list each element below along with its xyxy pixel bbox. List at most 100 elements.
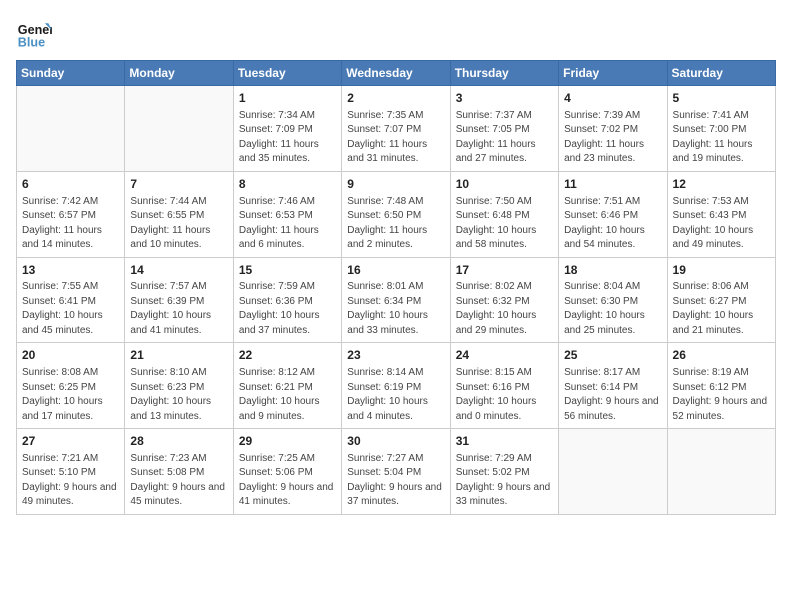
day-info: Sunrise: 7:51 AM Sunset: 6:46 PM Dayligh… — [564, 195, 661, 253]
calendar-week-row: 13Sunrise: 7:55 AM Sunset: 6:41 PM Dayli… — [17, 257, 776, 343]
day-info: Sunrise: 7:21 AM Sunset: 5:10 PM Dayligh… — [22, 452, 119, 510]
calendar-day-cell: 2Sunrise: 7:35 AM Sunset: 7:07 PM Daylig… — [342, 86, 450, 172]
day-number: 26 — [673, 347, 770, 364]
calendar-day-cell: 3 Sunrise: 7:37 AM Sunset: 7:05 PM Daylig… — [450, 86, 558, 172]
day-number: 13 — [22, 262, 119, 279]
day-number: 11 — [564, 176, 661, 193]
calendar-day-cell: 4 Sunrise: 7:39 AM Sunset: 7:02 PM Daylig… — [559, 86, 667, 172]
day-number: 23 — [347, 347, 444, 364]
day-number: 1 — [239, 90, 336, 107]
day-number: 9 — [347, 176, 444, 193]
day-info: Sunrise: 7:44 AM Sunset: 6:55 PM Dayligh… — [130, 195, 227, 253]
weekday-header: Thursday — [450, 61, 558, 86]
calendar-day-cell — [125, 86, 233, 172]
day-info: Sunrise: 7:53 AM Sunset: 6:43 PM Dayligh… — [673, 195, 770, 253]
calendar-day-cell: 24 Sunrise: 8:15 AM Sunset: 6:16 PM Dayli… — [450, 343, 558, 429]
day-info: Sunrise: 7:41 AM Sunset: 7:00 PM Dayligh… — [673, 109, 770, 167]
day-number: 25 — [564, 347, 661, 364]
day-number: 22 — [239, 347, 336, 364]
calendar-day-cell: 12 Sunrise: 7:53 AM Sunset: 6:43 PM Dayli… — [667, 171, 775, 257]
logo-icon: General Blue — [16, 16, 52, 52]
weekday-header: Saturday — [667, 61, 775, 86]
calendar-week-row: 20 Sunrise: 8:08 AM Sunset: 6:25 PM Dayli… — [17, 343, 776, 429]
calendar-day-cell: 1 Sunrise: 7:34 AM Sunset: 7:09 PM Daylig… — [233, 86, 341, 172]
day-number: 31 — [456, 433, 553, 450]
day-number: 16 — [347, 262, 444, 279]
day-number: 30 — [347, 433, 444, 450]
calendar-day-cell: 11 Sunrise: 7:51 AM Sunset: 6:46 PM Dayli… — [559, 171, 667, 257]
calendar-day-cell: 9 Sunrise: 7:48 AM Sunset: 6:50 PM Daylig… — [342, 171, 450, 257]
calendar-day-cell: 30 Sunrise: 7:27 AM Sunset: 5:04 PM Dayli… — [342, 429, 450, 515]
day-info: Sunrise: 8:17 AM Sunset: 6:14 PM Dayligh… — [564, 366, 661, 424]
calendar-day-cell — [17, 86, 125, 172]
weekday-header: Sunday — [17, 61, 125, 86]
day-info: Sunrise: 8:10 AM Sunset: 6:23 PM Dayligh… — [130, 366, 227, 424]
day-info: Sunrise: 8:12 AM Sunset: 6:21 PM Dayligh… — [239, 366, 336, 424]
day-number: 24 — [456, 347, 553, 364]
day-number: 15 — [239, 262, 336, 279]
day-number: 17 — [456, 262, 553, 279]
day-number: 6 — [22, 176, 119, 193]
day-number: 28 — [130, 433, 227, 450]
calendar-day-cell: 21 Sunrise: 8:10 AM Sunset: 6:23 PM Dayli… — [125, 343, 233, 429]
day-info: Sunrise: 7:35 AM Sunset: 7:07 PM Dayligh… — [347, 109, 444, 167]
day-info: Sunrise: 7:23 AM Sunset: 5:08 PM Dayligh… — [130, 452, 227, 510]
day-number: 29 — [239, 433, 336, 450]
day-number: 20 — [22, 347, 119, 364]
day-info: Sunrise: 8:08 AM Sunset: 6:25 PM Dayligh… — [22, 366, 119, 424]
day-info: Sunrise: 8:19 AM Sunset: 6:12 PM Dayligh… — [673, 366, 770, 424]
calendar-day-cell: 31 Sunrise: 7:29 AM Sunset: 5:02 PM Dayli… — [450, 429, 558, 515]
day-info: Sunrise: 7:29 AM Sunset: 5:02 PM Dayligh… — [456, 452, 553, 510]
day-number: 7 — [130, 176, 227, 193]
day-info: Sunrise: 7:37 AM Sunset: 7:05 PM Dayligh… — [456, 109, 553, 167]
day-info: Sunrise: 7:50 AM Sunset: 6:48 PM Dayligh… — [456, 195, 553, 253]
day-info: Sunrise: 7:39 AM Sunset: 7:02 PM Dayligh… — [564, 109, 661, 167]
calendar-day-cell: 16Sunrise: 8:01 AM Sunset: 6:34 PM Dayli… — [342, 257, 450, 343]
day-info: Sunrise: 8:02 AM Sunset: 6:32 PM Dayligh… — [456, 280, 553, 338]
calendar-day-cell — [667, 429, 775, 515]
day-number: 12 — [673, 176, 770, 193]
calendar-header-row: SundayMondayTuesdayWednesdayThursdayFrid… — [17, 61, 776, 86]
calendar-day-cell: 15Sunrise: 7:59 AM Sunset: 6:36 PM Dayli… — [233, 257, 341, 343]
weekday-header: Monday — [125, 61, 233, 86]
day-info: Sunrise: 8:04 AM Sunset: 6:30 PM Dayligh… — [564, 280, 661, 338]
calendar-day-cell: 28 Sunrise: 7:23 AM Sunset: 5:08 PM Dayli… — [125, 429, 233, 515]
weekday-header: Friday — [559, 61, 667, 86]
calendar-day-cell: 25 Sunrise: 8:17 AM Sunset: 6:14 PM Dayli… — [559, 343, 667, 429]
calendar-day-cell: 8Sunrise: 7:46 AM Sunset: 6:53 PM Daylig… — [233, 171, 341, 257]
calendar-day-cell: 14Sunrise: 7:57 AM Sunset: 6:39 PM Dayli… — [125, 257, 233, 343]
day-info: Sunrise: 7:27 AM Sunset: 5:04 PM Dayligh… — [347, 452, 444, 510]
calendar-day-cell: 19Sunrise: 8:06 AM Sunset: 6:27 PM Dayli… — [667, 257, 775, 343]
day-number: 14 — [130, 262, 227, 279]
day-number: 19 — [673, 262, 770, 279]
calendar-day-cell: 23 Sunrise: 8:14 AM Sunset: 6:19 PM Dayli… — [342, 343, 450, 429]
calendar-day-cell: 26 Sunrise: 8:19 AM Sunset: 6:12 PM Dayli… — [667, 343, 775, 429]
calendar-day-cell: 20 Sunrise: 8:08 AM Sunset: 6:25 PM Dayli… — [17, 343, 125, 429]
day-info: Sunrise: 7:55 AM Sunset: 6:41 PM Dayligh… — [22, 280, 119, 338]
day-info: Sunrise: 7:48 AM Sunset: 6:50 PM Dayligh… — [347, 195, 444, 253]
day-info: Sunrise: 7:34 AM Sunset: 7:09 PM Dayligh… — [239, 109, 336, 167]
day-number: 10 — [456, 176, 553, 193]
day-number: 3 — [456, 90, 553, 107]
svg-text:Blue: Blue — [18, 36, 45, 50]
day-number: 8 — [239, 176, 336, 193]
day-info: Sunrise: 7:57 AM Sunset: 6:39 PM Dayligh… — [130, 280, 227, 338]
day-info: Sunrise: 8:15 AM Sunset: 6:16 PM Dayligh… — [456, 366, 553, 424]
calendar-day-cell: 22 Sunrise: 8:12 AM Sunset: 6:21 PM Dayli… — [233, 343, 341, 429]
day-info: Sunrise: 7:25 AM Sunset: 5:06 PM Dayligh… — [239, 452, 336, 510]
calendar-week-row: 27 Sunrise: 7:21 AM Sunset: 5:10 PM Dayli… — [17, 429, 776, 515]
day-number: 21 — [130, 347, 227, 364]
calendar-day-cell: 27 Sunrise: 7:21 AM Sunset: 5:10 PM Dayli… — [17, 429, 125, 515]
page-header: General Blue — [16, 16, 776, 52]
calendar-day-cell: 7 Sunrise: 7:44 AM Sunset: 6:55 PM Daylig… — [125, 171, 233, 257]
day-number: 4 — [564, 90, 661, 107]
day-number: 5 — [673, 90, 770, 107]
day-number: 27 — [22, 433, 119, 450]
day-info: Sunrise: 8:14 AM Sunset: 6:19 PM Dayligh… — [347, 366, 444, 424]
calendar-week-row: 1 Sunrise: 7:34 AM Sunset: 7:09 PM Daylig… — [17, 86, 776, 172]
day-number: 18 — [564, 262, 661, 279]
calendar-day-cell: 10 Sunrise: 7:50 AM Sunset: 6:48 PM Dayli… — [450, 171, 558, 257]
calendar-day-cell: 29 Sunrise: 7:25 AM Sunset: 5:06 PM Dayli… — [233, 429, 341, 515]
day-info: Sunrise: 8:01 AM Sunset: 6:34 PM Dayligh… — [347, 280, 444, 338]
weekday-header: Tuesday — [233, 61, 341, 86]
